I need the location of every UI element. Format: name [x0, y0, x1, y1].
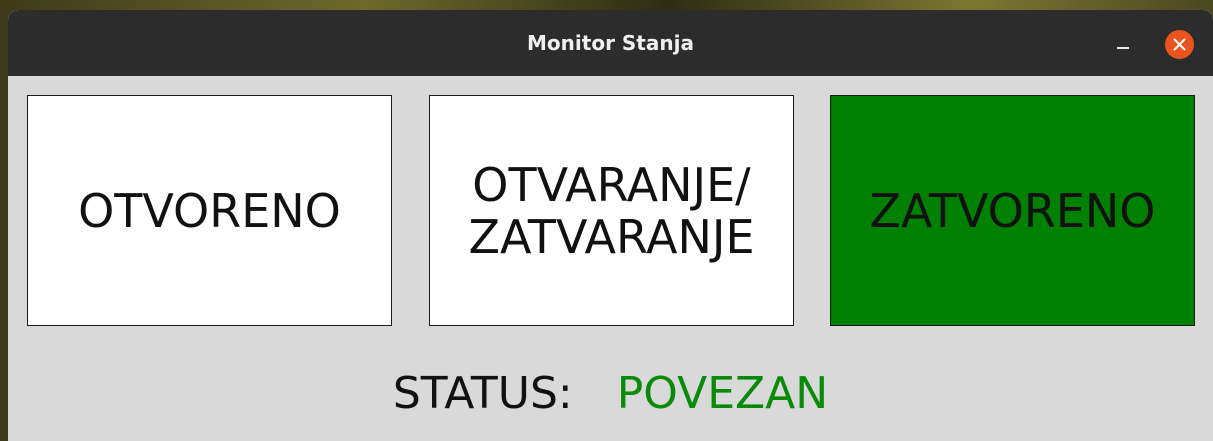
- minimize-icon: [1117, 47, 1129, 49]
- state-open-indicator: OTVORENO: [27, 95, 392, 326]
- state-open-label: OTVORENO: [78, 183, 341, 238]
- state-moving-indicator: OTVARANJE/ ZATVARANJE: [429, 95, 794, 326]
- state-moving-label: OTVARANJE/ ZATVARANJE: [468, 157, 755, 264]
- status-value: POVEZAN: [616, 368, 829, 419]
- close-button[interactable]: [1165, 30, 1194, 59]
- status-row: STATUS: POVEZAN: [8, 364, 1213, 424]
- minimize-button[interactable]: [1108, 28, 1140, 60]
- state-closed-label: ZATVORENO: [869, 183, 1156, 238]
- close-icon: [1173, 38, 1186, 51]
- window-title: Monitor Stanja: [527, 31, 694, 55]
- title-bar[interactable]: Monitor Stanja: [8, 10, 1213, 76]
- app-window: Monitor Stanja OTVORENO OTVARANJE/ ZATVA…: [8, 10, 1213, 441]
- status-label: STATUS:: [392, 368, 573, 419]
- state-closed-indicator: ZATVORENO: [830, 95, 1195, 326]
